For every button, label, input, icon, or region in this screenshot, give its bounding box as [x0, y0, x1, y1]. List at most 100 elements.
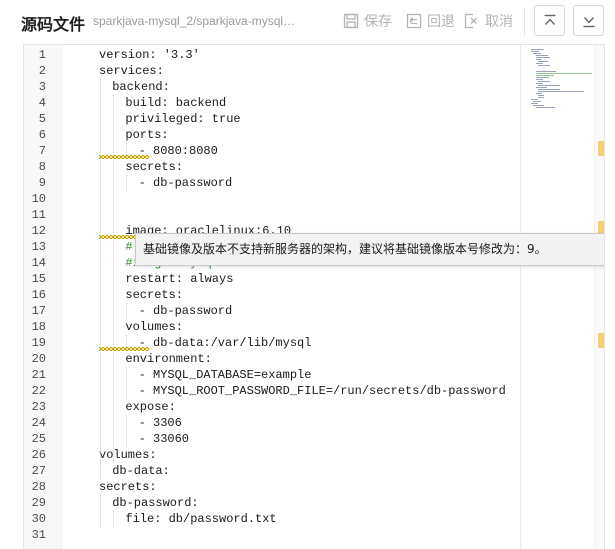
code-line: - db-password [138, 304, 233, 318]
code-minimap[interactable] [520, 45, 594, 549]
code-line: - MYSQL_ROOT_PASSWORD_FILE=/run/secrets/… [138, 384, 506, 398]
minimap-line [531, 99, 539, 100]
minimap-line [535, 63, 543, 64]
line-number: 15 [31, 272, 46, 286]
minimap-line [535, 59, 542, 60]
code-line: secrets: [125, 288, 183, 302]
line-number: 19 [31, 336, 46, 350]
code-line: - 33060 [138, 432, 190, 446]
minimap-line [535, 57, 551, 58]
minimap-line [533, 101, 541, 102]
code-line: environment: [125, 352, 212, 366]
code-line: - db-data:/var/lib/mysql [138, 336, 312, 350]
line-number: 29 [31, 496, 46, 510]
line-number: 26 [31, 448, 46, 462]
line-number: 18 [31, 320, 46, 334]
code-line: db-data: [112, 464, 170, 478]
save-icon [343, 13, 359, 29]
code-line: - db-password [138, 176, 233, 190]
line-number: 11 [31, 208, 46, 222]
minimap-line [535, 83, 543, 84]
warning-squiggle[interactable] [99, 155, 149, 159]
line-number: 9 [38, 176, 46, 190]
line-number: 5 [38, 112, 46, 126]
indent-guide [99, 79, 101, 463]
line-number: 8 [38, 160, 46, 174]
code-line: backend: [112, 80, 170, 94]
arrow-to-top-icon [544, 14, 555, 25]
line-number: 13 [31, 240, 46, 254]
minimap-line [535, 87, 547, 88]
minimap-line [533, 53, 541, 54]
line-number: 4 [38, 96, 46, 110]
minimap-line [531, 49, 544, 50]
line-number: 31 [31, 528, 46, 542]
undo-button[interactable]: 回退 [406, 11, 455, 31]
minimap-line [535, 71, 557, 72]
indent-guide [125, 303, 127, 319]
line-number: 16 [31, 288, 46, 302]
cancel-button[interactable]: 取消 [464, 11, 513, 31]
code-line: restart: always [125, 272, 234, 286]
architecture-warning-tooltip: 基础镜像及版本不支持新服务器的架构，建议将基础镜像版本号修改为：9。 [135, 233, 604, 266]
scrollbar-warning-marker[interactable] [598, 333, 604, 348]
line-number: 17 [31, 304, 46, 318]
vertical-scrollbar[interactable] [594, 45, 604, 549]
code-line: volumes: [125, 320, 183, 334]
minimap-line [535, 75, 554, 76]
toolbar-divider [524, 8, 525, 36]
code-line: privileged: true [125, 112, 241, 126]
cancel-icon [464, 13, 477, 29]
indent-guide [125, 367, 127, 399]
minimap-line [535, 73, 592, 74]
code-line: - 8080:8080 [138, 144, 218, 158]
code-line: file: db/password.txt [125, 512, 277, 526]
minimap-line [535, 55, 549, 56]
line-number: 1 [38, 48, 46, 62]
code-editor[interactable]: 1 2 3 4 5 6 7 8 9 10 11 12 13 14 15 16 17 18 19 20 21 22 23 24 2… [23, 44, 605, 549]
indent-guide [125, 415, 127, 447]
line-number: 24 [31, 416, 46, 430]
warning-squiggle[interactable] [99, 347, 149, 351]
minimap-line [535, 79, 543, 80]
minimap-line [538, 91, 585, 92]
line-number: 28 [31, 480, 46, 494]
line-number: 21 [31, 368, 46, 382]
line-number: 10 [31, 192, 46, 206]
line-number: 7 [38, 144, 46, 158]
minimap-line [538, 65, 550, 66]
indent-guide [99, 495, 101, 527]
minimap-line [538, 95, 544, 96]
code-line: - MYSQL_DATABASE=example [138, 368, 312, 382]
scrollbar-warning-marker[interactable] [598, 141, 604, 156]
code-line: ports: [125, 128, 169, 142]
code-area[interactable]: version: '3.3' services: backend: build: ba… [63, 45, 520, 549]
minimap-line [538, 81, 550, 82]
file-path: sparkjava-mysql_2/sparkjava-mysql_... [93, 14, 298, 28]
minimap-line [535, 107, 555, 108]
indent-guide [112, 511, 114, 527]
line-number: 27 [31, 464, 46, 478]
line-number: 22 [31, 384, 46, 398]
minimap-line [538, 85, 560, 86]
line-number: 14 [31, 256, 46, 270]
scroll-to-top-button[interactable] [534, 5, 565, 36]
code-line: version: '3.3' [99, 48, 200, 62]
code-line: expose: [125, 400, 176, 414]
line-number-gutter: 1 2 3 4 5 6 7 8 9 10 11 12 13 14 15 16 17 18 19 20 21 22 23 24 2… [24, 45, 63, 549]
minimap-line [538, 97, 545, 98]
cancel-label: 取消 [485, 14, 513, 30]
minimap-line [538, 61, 549, 62]
code-line: services: [99, 64, 164, 78]
page-title: 源码文件 [21, 15, 86, 34]
line-number: 30 [31, 512, 46, 526]
minimap-line [531, 103, 539, 104]
code-line: volumes: [99, 448, 157, 462]
save-label: 保存 [364, 14, 392, 30]
minimap-line [538, 89, 560, 90]
save-button[interactable]: 保存 [343, 11, 392, 31]
warning-squiggle[interactable] [99, 235, 136, 239]
minimap-line [535, 77, 550, 78]
scroll-to-bottom-button[interactable] [573, 5, 604, 36]
line-number: 23 [31, 400, 46, 414]
